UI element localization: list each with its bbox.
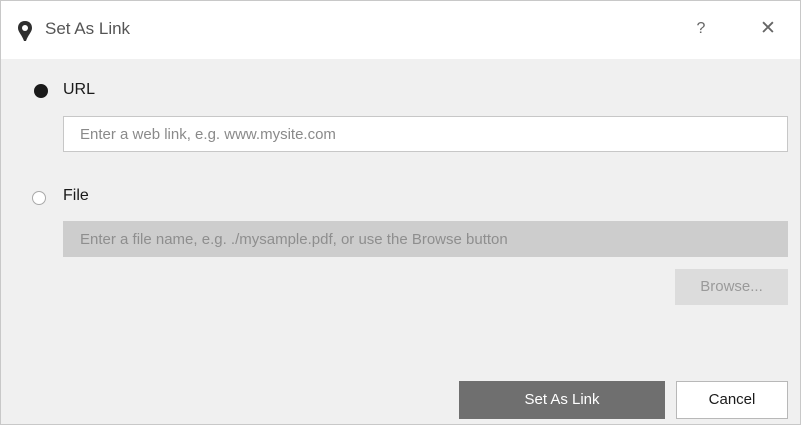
file-label: File bbox=[63, 187, 89, 204]
set-as-link-button[interactable]: Set As Link bbox=[459, 381, 665, 419]
cancel-button[interactable]: Cancel bbox=[676, 381, 788, 419]
title-bar: Set As Link ? ✕ bbox=[1, 1, 800, 59]
dialog-body: URL File Browse... Set As Link Cancel bbox=[1, 59, 800, 424]
set-as-link-dialog: Set As Link ? ✕ URL File Browse... Set A… bbox=[0, 0, 801, 425]
browse-button[interactable]: Browse... bbox=[675, 269, 788, 305]
dialog-title: Set As Link bbox=[45, 19, 131, 38]
close-button[interactable]: ✕ bbox=[753, 15, 783, 43]
help-button[interactable]: ? bbox=[689, 15, 713, 43]
pin-icon bbox=[15, 20, 35, 42]
file-input[interactable] bbox=[63, 221, 788, 257]
url-radio[interactable] bbox=[34, 84, 48, 98]
file-radio[interactable] bbox=[32, 191, 46, 205]
url-input[interactable] bbox=[63, 116, 788, 152]
url-label: URL bbox=[63, 81, 96, 98]
